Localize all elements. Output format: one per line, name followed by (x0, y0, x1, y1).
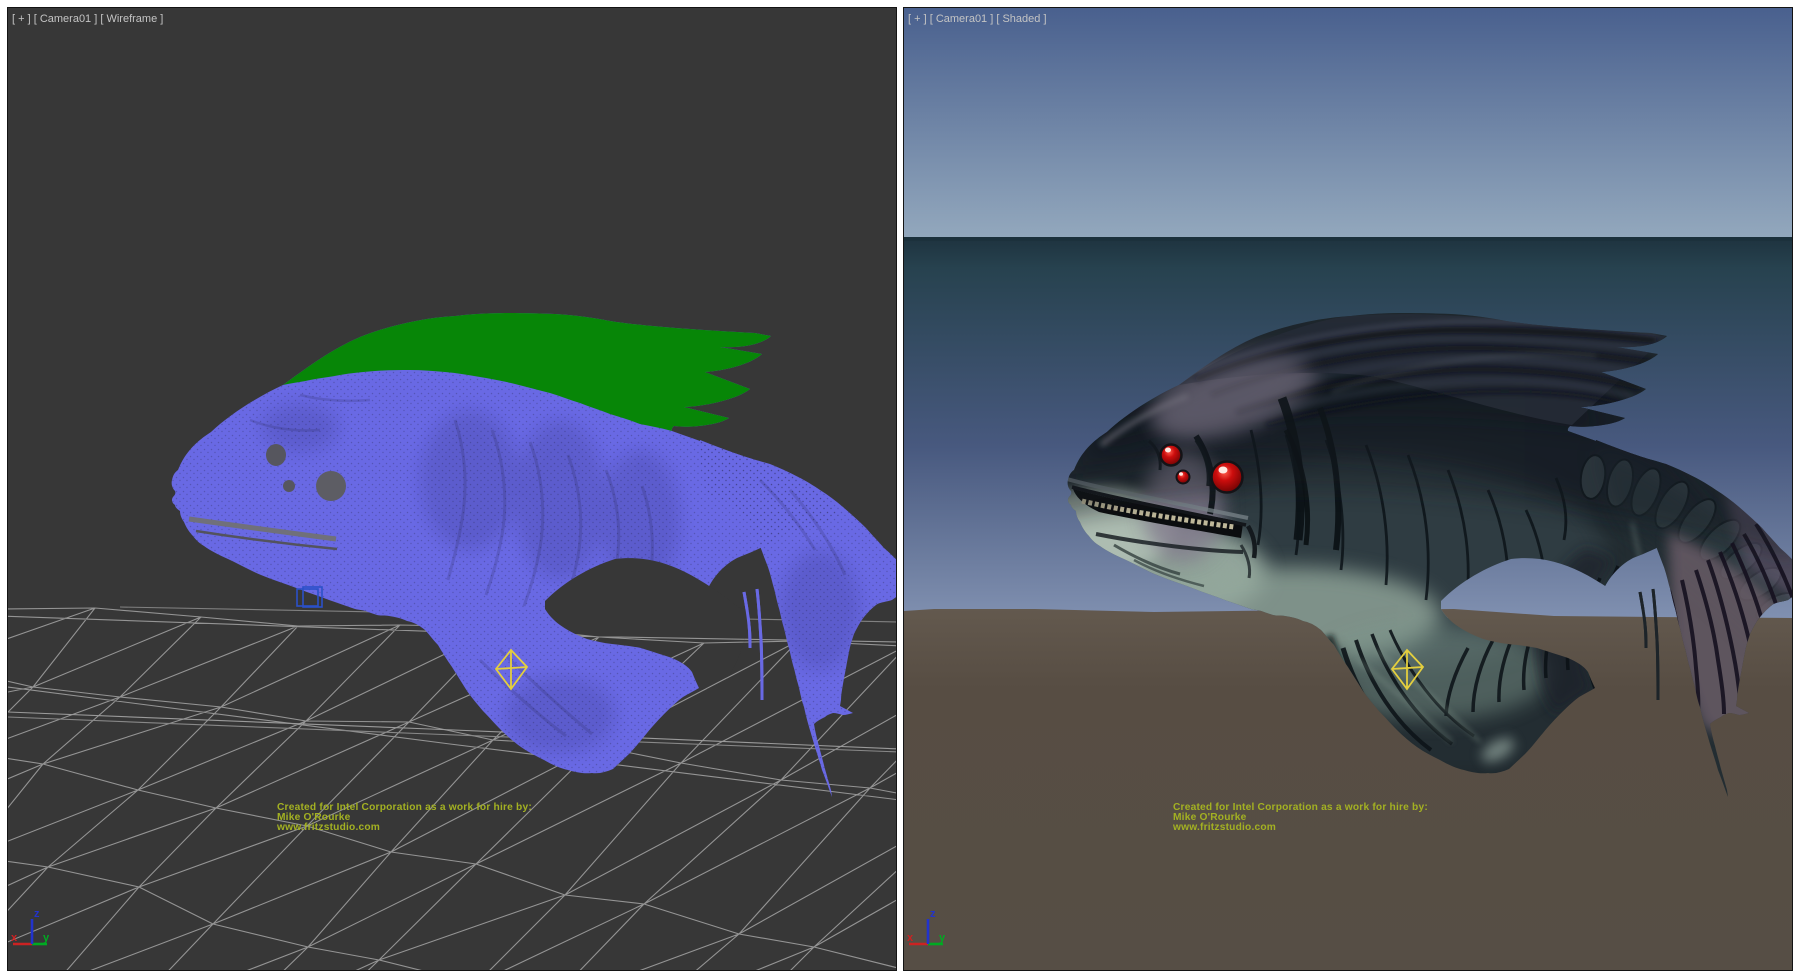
svg-text:z: z (930, 908, 936, 920)
svg-text:www.fritzstudio.com: www.fritzstudio.com (276, 822, 380, 833)
svg-text:y: y (939, 932, 946, 944)
svg-text:z: z (34, 908, 40, 920)
svg-text:www.fritzstudio.com: www.fritzstudio.com (1172, 822, 1276, 833)
svg-text:x: x (907, 932, 914, 944)
svg-text:y: y (43, 932, 50, 944)
svg-text:x: x (11, 932, 18, 944)
